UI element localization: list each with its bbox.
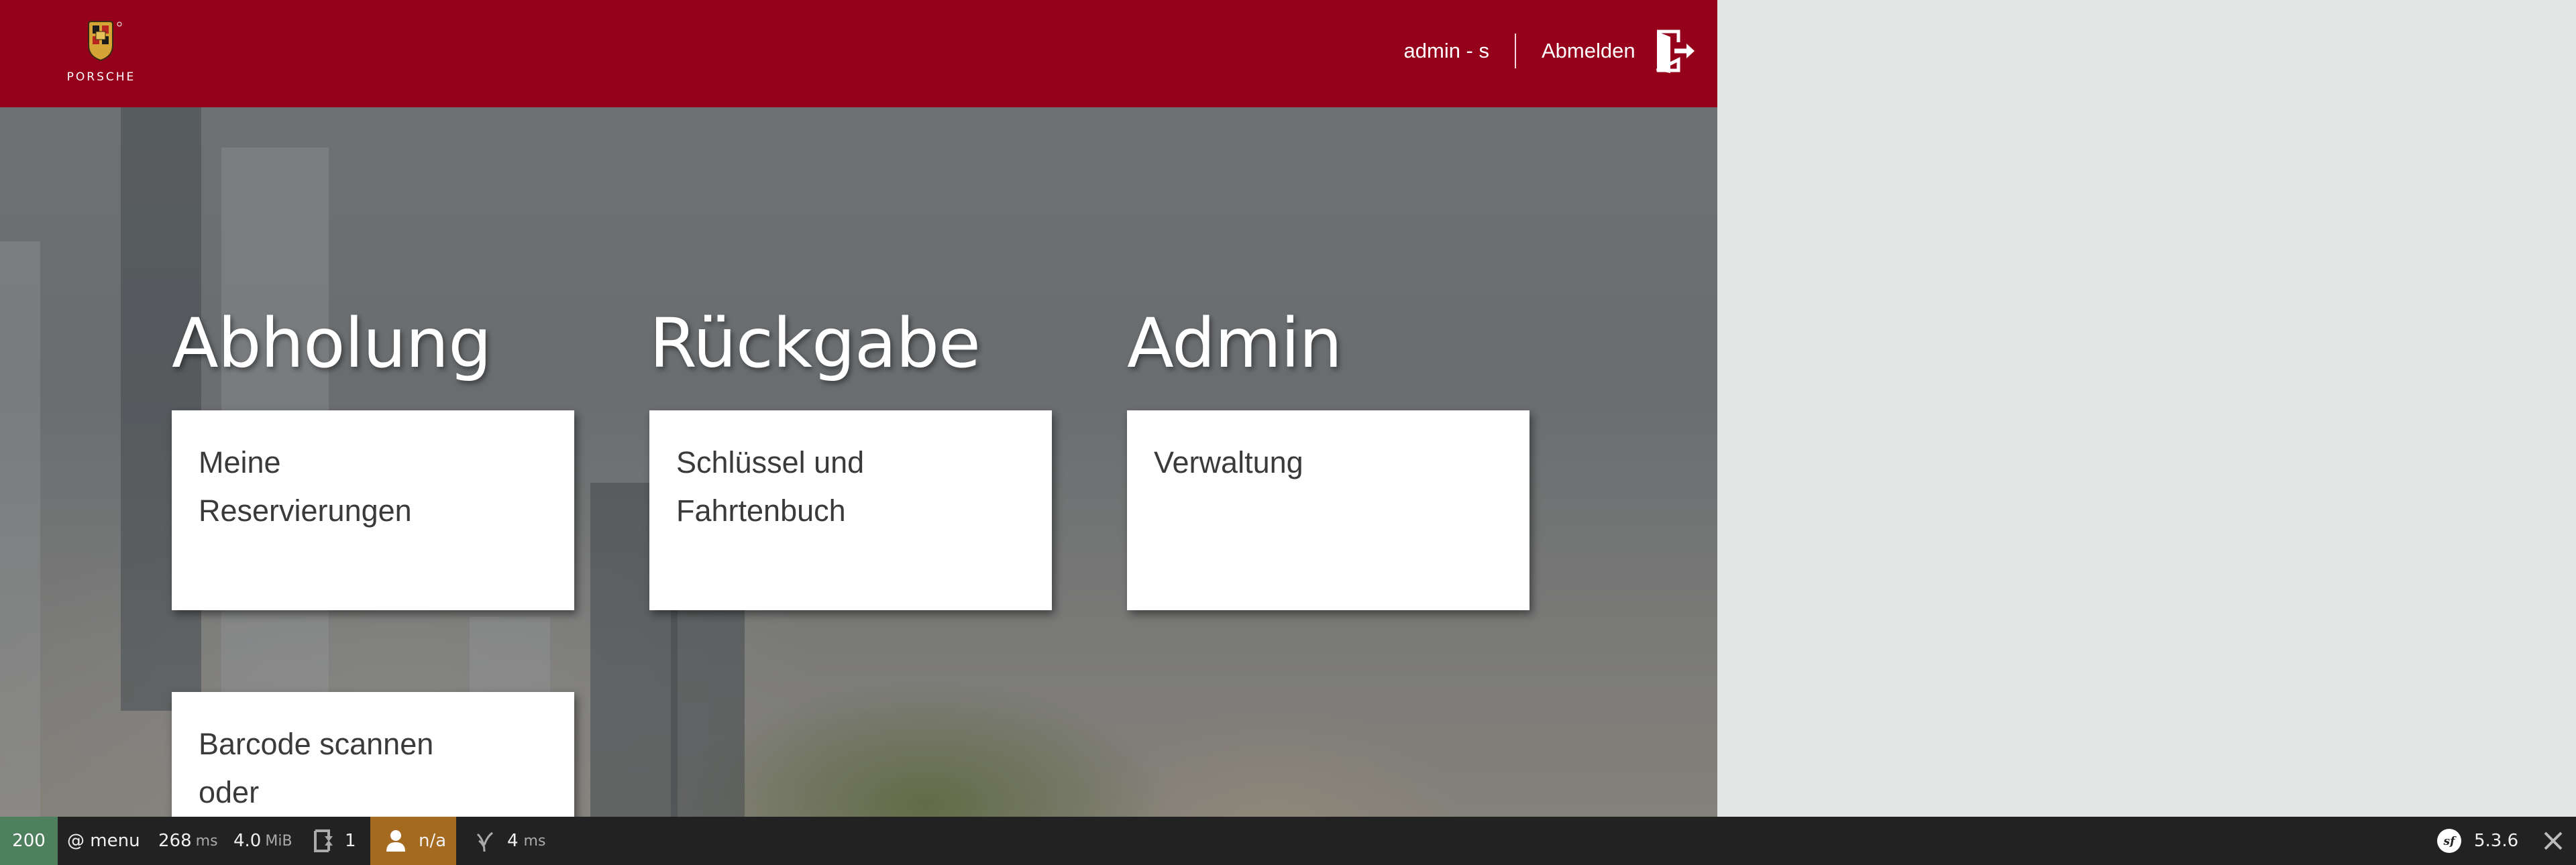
route-value: @ menu xyxy=(67,831,140,851)
toolbar-time[interactable]: 268 ms xyxy=(158,817,218,865)
twig-icon xyxy=(476,831,493,852)
toolbar-memory[interactable]: 4.0 MiB xyxy=(233,817,292,865)
toolbar-twig[interactable]: 4 ms xyxy=(475,817,545,865)
section-title-admin: Admin xyxy=(1127,304,1342,384)
logo-wordmark: PORSCHE xyxy=(67,70,136,84)
user-value: n/a xyxy=(419,831,447,851)
toolbar-status-code[interactable]: 200 xyxy=(0,817,58,865)
memory-value: 4.0 xyxy=(233,831,262,851)
symfony-icon: sf xyxy=(2437,829,2461,853)
requests-value: 1 xyxy=(345,831,356,851)
version-value: 5.3.6 xyxy=(2474,831,2519,851)
toolbar-close-button[interactable] xyxy=(2530,817,2576,865)
card-schluessel-fahrtenbuch[interactable]: Schlüssel und Fahrtenbuch xyxy=(649,410,1052,610)
toolbar-route[interactable]: @ menu xyxy=(67,817,140,865)
logout-button[interactable]: Abmelden xyxy=(1542,27,1696,75)
memory-unit: MiB xyxy=(265,832,292,850)
twig-unit: ms xyxy=(523,832,546,850)
card-label: Meine Reservierungen xyxy=(199,445,412,528)
app-window: PORSCHE admin - s Abmelden Abholung Rück… xyxy=(0,0,1717,817)
logout-icon xyxy=(1656,30,1695,73)
card-barcode-scannen[interactable]: Barcode scannen oder xyxy=(172,692,574,817)
toolbar-symfony-version[interactable]: sf 5.3.6 xyxy=(2436,817,2518,865)
time-unit: ms xyxy=(195,832,218,850)
time-value: 268 xyxy=(158,831,192,851)
debug-toolbar: 200 @ menu 268 ms 4.0 MiB 1 n/a 4 ms sf … xyxy=(0,817,2576,865)
card-label: Schlüssel und Fahrtenbuch xyxy=(676,445,865,528)
porsche-logo[interactable]: PORSCHE xyxy=(39,19,164,84)
card-meine-reservierungen[interactable]: Meine Reservierungen xyxy=(172,410,574,610)
top-header: PORSCHE admin - s Abmelden xyxy=(0,0,1717,107)
close-icon xyxy=(2544,831,2563,850)
logout-label: Abmelden xyxy=(1542,39,1635,62)
current-user-label: admin - s xyxy=(1403,39,1489,62)
card-label: Barcode scannen oder xyxy=(199,727,434,809)
toolbar-user[interactable]: n/a xyxy=(370,817,456,865)
svg-text:sf: sf xyxy=(2443,835,2457,848)
section-title-rueckgabe: Rückgabe xyxy=(649,304,981,384)
twig-value: 4 xyxy=(507,831,519,851)
status-code-value: 200 xyxy=(12,831,46,851)
header-divider xyxy=(1515,34,1516,68)
card-label: Verwaltung xyxy=(1154,445,1303,479)
user-icon xyxy=(386,830,405,852)
toolbar-requests[interactable]: 1 xyxy=(311,817,356,865)
request-icon xyxy=(314,829,333,852)
section-title-abholung: Abholung xyxy=(172,304,492,384)
card-verwaltung[interactable]: Verwaltung xyxy=(1127,410,1529,610)
